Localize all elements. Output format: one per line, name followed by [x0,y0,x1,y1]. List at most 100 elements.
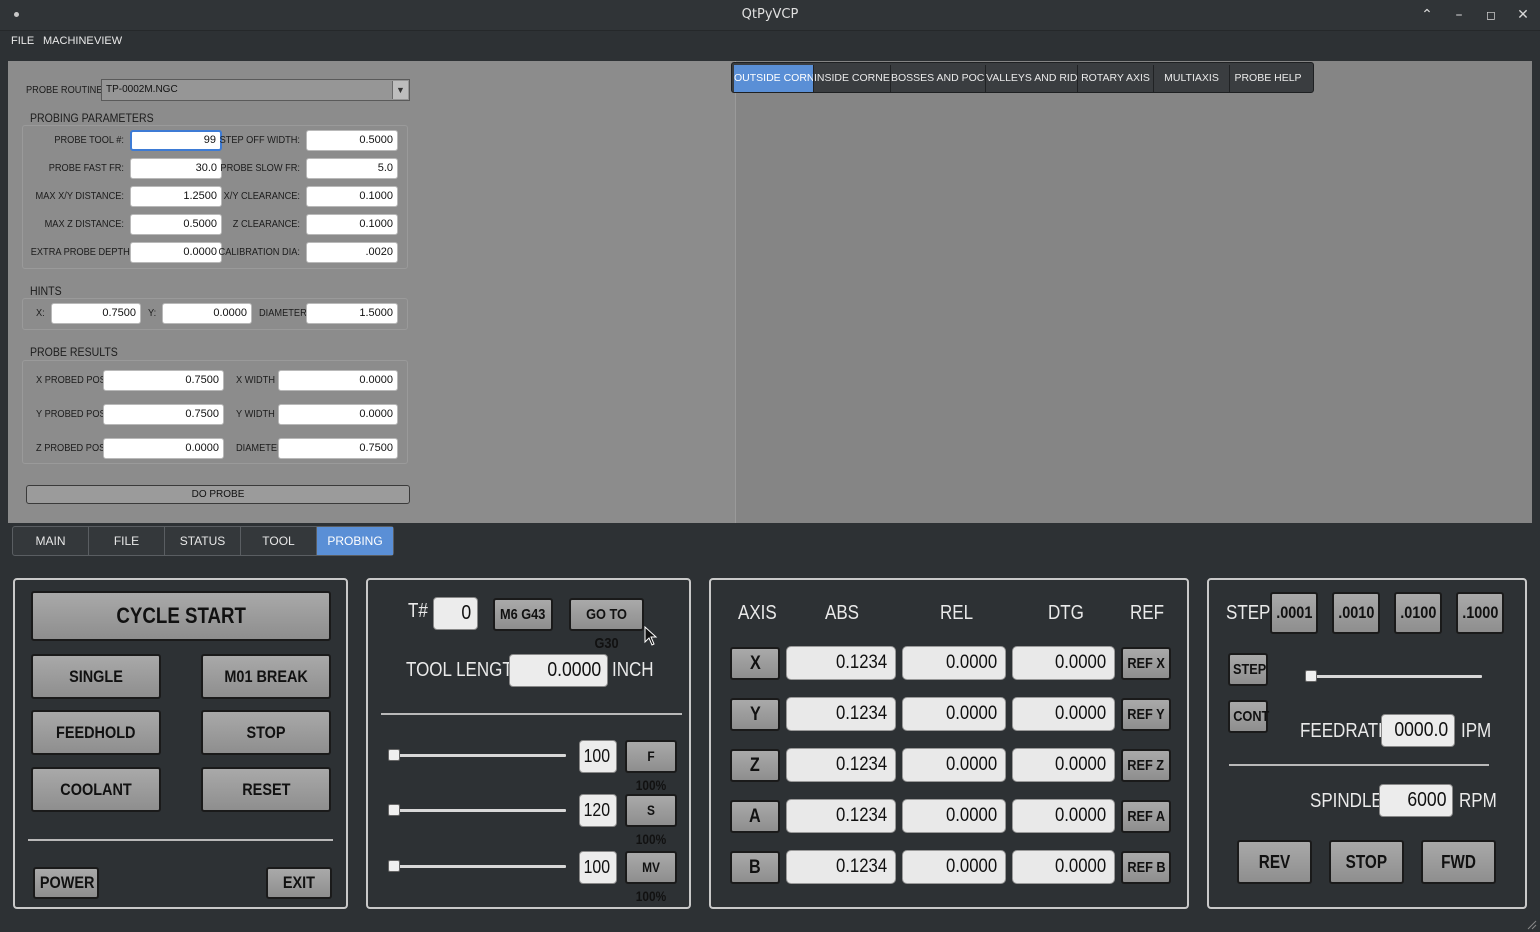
axis-b-button[interactable]: B [730,851,780,884]
tab-multiaxis[interactable]: MULTIAXIS [1154,65,1230,92]
max-xy-distance-input[interactable]: 1.2500 [130,186,222,207]
feed-override-value: 100 [579,740,617,773]
axis-y-button[interactable]: Y [730,698,780,731]
ref-y-button[interactable]: REF Y [1121,698,1171,731]
spindle-override-value: 120 [579,794,617,827]
axis-a-button[interactable]: A [730,800,780,833]
tab-outside-corners[interactable]: OUTSIDE CORNERS [734,65,814,92]
tab-status[interactable]: STATUS [165,527,241,555]
feedhold-button[interactable]: FEEDHOLD [31,710,161,755]
y-probed-pos-value[interactable]: 0.7500 [103,404,224,425]
y-dtg-value: 0.0000 [1012,697,1115,731]
tab-file[interactable]: FILE [89,527,165,555]
z-probed-pos-value[interactable]: 0.0000 [103,438,224,459]
m6-g43-button[interactable]: M6 G43 [493,598,553,631]
ref-a-button[interactable]: REF A [1121,800,1171,833]
spindle-override-handle[interactable] [388,804,400,816]
a-dtg-value: 0.0000 [1012,799,1115,833]
maximize-icon[interactable]: ◻ [1480,5,1502,25]
chevron-up-icon[interactable]: ⌃ [1416,5,1438,25]
max-velocity-override-value: 100 [579,851,617,884]
jog-continuous-mode-button[interactable]: CONT [1228,700,1269,733]
max-velocity-reset-button[interactable]: MV 100% [625,851,677,904]
power-button[interactable]: POWER [33,867,99,899]
axis-x-button[interactable]: X [730,647,780,680]
hint-x-input[interactable]: 0.7500 [51,303,141,324]
minimize-icon[interactable]: – [1448,5,1470,25]
extra-probe-depth-input[interactable]: 0.0000 [130,242,222,263]
param-label: PROBE FAST FR: [48,162,124,174]
step-1000-button[interactable]: .1000 [1456,592,1504,634]
xy-clearance-input[interactable]: 0.1000 [306,186,398,207]
calibration-dia-input[interactable]: .0020 [306,242,398,263]
z-clearance-input[interactable]: 0.1000 [306,214,398,235]
probe-tool-input[interactable]: 99 [130,130,222,151]
max-velocity-override-slider[interactable] [388,865,566,868]
ref-b-button[interactable]: REF B [1121,851,1171,884]
spindle-stop-button[interactable]: STOP [1329,840,1404,884]
step-0100-button[interactable]: .0100 [1394,592,1442,634]
stop-button[interactable]: STOP [201,710,331,755]
jog-feedrate-handle[interactable] [1305,670,1317,682]
x-probed-pos-value[interactable]: 0.7500 [103,370,224,391]
y-width-value[interactable]: 0.0000 [278,404,398,425]
single-block-button[interactable]: SINGLE BLOCK [31,654,161,727]
x-width-value[interactable]: 0.0000 [278,370,398,391]
spindle-override-slider[interactable] [388,809,566,812]
divider [1229,764,1489,766]
menu-file[interactable]: FILE [11,35,34,47]
tab-inside-corners[interactable]: INSIDE CORNERS [814,65,891,92]
jog-group: STEP .0001 .0010 .0100 .1000 STEP CONT F… [1207,578,1527,909]
spindle-value: 6000 [1379,784,1453,817]
spindle-unit: RPM [1459,790,1497,812]
go-to-g30-button[interactable]: GO TO G30 [569,598,644,652]
cycle-start-button[interactable]: CYCLE START [31,591,331,641]
max-velocity-override-handle[interactable] [388,860,400,872]
hint-y-input[interactable]: 0.0000 [162,303,252,324]
ref-z-button[interactable]: REF Z [1121,749,1171,782]
chevron-down-icon[interactable]: ▼ [392,81,408,99]
feed-override-slider[interactable] [388,754,566,757]
probe-fast-fr-input[interactable]: 30.0 [130,158,222,179]
max-z-distance-input[interactable]: 0.5000 [130,214,222,235]
feed-override-handle[interactable] [388,749,400,761]
probe-settings-area: PROBE ROUTINE: TP-0002M.NGC ▼ PROBING PA… [8,61,735,523]
tab-valleys-and-ridges[interactable]: VALLEYS AND RIDGES [986,65,1078,92]
z-rel-value: 0.0000 [902,748,1006,782]
spindle-forward-button[interactable]: FWD [1421,840,1496,884]
probe-slow-fr-input[interactable]: 5.0 [306,158,398,179]
exit-button[interactable]: EXIT [266,867,332,899]
spindle-reset-button[interactable]: S 100% [625,794,677,847]
probe-view-area [735,61,1532,523]
axis-z-button[interactable]: Z [730,749,780,782]
spindle-reverse-button[interactable]: REV [1237,840,1312,884]
menu-machine[interactable]: MACHINE [43,35,94,47]
feed-reset-button[interactable]: F 100% [625,740,677,793]
probe-routine-select[interactable]: TP-0002M.NGC ▼ [101,79,410,101]
jog-feedrate-slider[interactable] [1307,675,1482,678]
do-probe-button[interactable]: DO PROBE [26,485,410,504]
resize-grip-icon[interactable] [1525,918,1537,930]
hint-diameter-input[interactable]: 1.5000 [306,303,398,324]
tab-rotary-axis[interactable]: ROTARY AXIS [1078,65,1154,92]
diameter-value[interactable]: 0.7500 [278,438,398,459]
param-label: Z CLEARANCE: [232,218,300,230]
menu-view[interactable]: VIEW [94,35,122,47]
m01-break-button[interactable]: M01 BREAK [201,654,331,699]
tab-probing[interactable]: PROBING [317,527,393,555]
jog-step-mode-button[interactable]: STEP [1228,653,1268,686]
close-icon[interactable]: ✕ [1512,5,1534,25]
result-label: Y WIDTH [236,408,275,420]
dro-group: AXIS ABS REL DTG REF X 0.1234 0.0000 0.0… [709,578,1189,909]
tab-tool[interactable]: TOOL [241,527,317,555]
tab-bosses-and-pockets[interactable]: BOSSES AND POCKETS [891,65,986,92]
tab-probe-help[interactable]: PROBE HELP [1230,65,1306,92]
step-0001-button[interactable]: .0001 [1270,592,1318,634]
step-off-width-input[interactable]: 0.5000 [306,130,398,151]
ref-x-button[interactable]: REF X [1121,647,1171,680]
step-0010-button[interactable]: .0010 [1332,592,1380,634]
dro-header-axis: AXIS [738,602,777,624]
coolant-button[interactable]: COOLANT [31,767,161,812]
tab-main[interactable]: MAIN [13,527,89,555]
reset-button[interactable]: RESET [201,767,331,812]
